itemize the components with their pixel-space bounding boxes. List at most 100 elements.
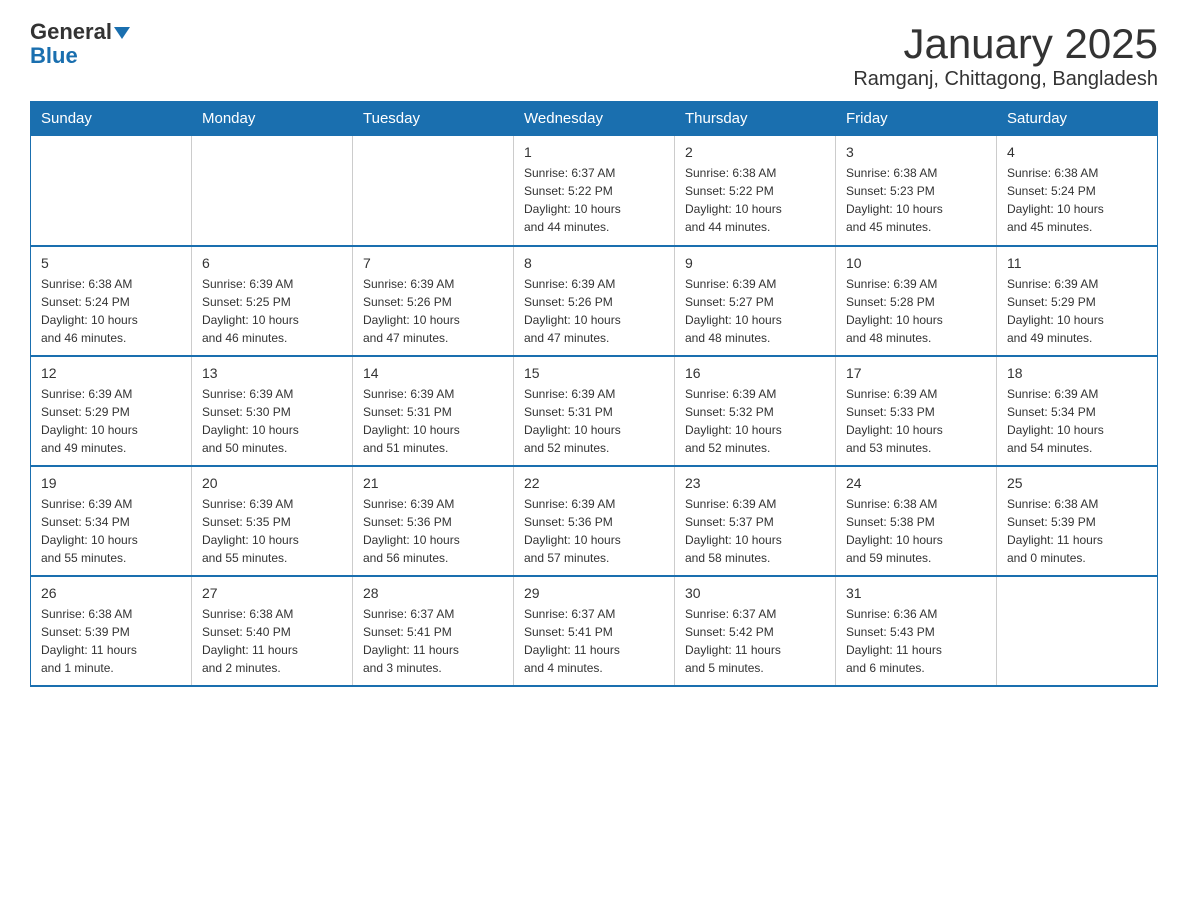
calendar-cell: 21Sunrise: 6:39 AMSunset: 5:36 PMDayligh… <box>353 466 514 576</box>
day-number: 23 <box>685 475 825 491</box>
day-info: Sunrise: 6:39 AMSunset: 5:37 PMDaylight:… <box>685 495 825 567</box>
weekday-header-saturday: Saturday <box>997 102 1158 136</box>
calendar-cell: 28 Sunrise: 6:37 AMSunset: 5:41 PMDayligh… <box>353 576 514 686</box>
calendar-cell <box>353 136 514 246</box>
day-number: 28 <box>363 585 503 601</box>
day-info: Sunrise: 6:39 AMSunset: 5:31 PMDaylight:… <box>363 385 503 457</box>
day-number: 17 <box>846 365 986 381</box>
day-info: Sunrise: 6:39 AMSunset: 5:36 PMDaylight:… <box>524 495 664 567</box>
day-info: Sunrise: 6:39 AMSunset: 5:26 PMDaylight:… <box>363 275 503 347</box>
page-title: January 2025 <box>853 20 1158 68</box>
calendar-cell: 18Sunrise: 6:39 AMSunset: 5:34 PMDayligh… <box>997 356 1158 466</box>
calendar-cell: 12 Sunrise: 6:39 AMSunset: 5:29 PMDayligh… <box>31 356 192 466</box>
day-info: Sunrise: 6:39 AMSunset: 5:32 PMDaylight:… <box>685 385 825 457</box>
day-number: 20 <box>202 475 342 491</box>
day-info: Sunrise: 6:39 AMSunset: 5:26 PMDaylight:… <box>524 275 664 347</box>
day-number: 26 <box>41 585 181 601</box>
calendar-cell: 2Sunrise: 6:38 AMSunset: 5:22 PMDaylight… <box>675 136 836 246</box>
day-number: 3 <box>846 144 986 160</box>
calendar-cell: 15Sunrise: 6:39 AMSunset: 5:31 PMDayligh… <box>514 356 675 466</box>
day-info: Sunrise: 6:38 AMSunset: 5:38 PMDaylight:… <box>846 495 986 567</box>
calendar-cell: 30 Sunrise: 6:37 AMSunset: 5:42 PMDayligh… <box>675 576 836 686</box>
weekday-header-friday: Friday <box>836 102 997 136</box>
calendar-cell: 17 Sunrise: 6:39 AMSunset: 5:33 PMDayligh… <box>836 356 997 466</box>
day-info: Sunrise: 6:38 AMSunset: 5:39 PMDaylight:… <box>1007 495 1147 567</box>
weekday-header-sunday: Sunday <box>31 102 192 136</box>
day-info: Sunrise: 6:38 AMSunset: 5:24 PMDaylight:… <box>1007 164 1147 236</box>
calendar-cell: 23 Sunrise: 6:39 AMSunset: 5:37 PMDayligh… <box>675 466 836 576</box>
day-number: 7 <box>363 255 503 271</box>
calendar-table: SundayMondayTuesdayWednesdayThursdayFrid… <box>30 101 1158 687</box>
day-info: Sunrise: 6:38 AMSunset: 5:39 PMDaylight:… <box>41 605 181 677</box>
day-info: Sunrise: 6:39 AMSunset: 5:29 PMDaylight:… <box>41 385 181 457</box>
calendar-cell: 8 Sunrise: 6:39 AMSunset: 5:26 PMDaylight… <box>514 246 675 356</box>
calendar-cell <box>31 136 192 246</box>
day-number: 5 <box>41 255 181 271</box>
logo-triangle-icon <box>114 27 130 39</box>
calendar-cell: 16 Sunrise: 6:39 AMSunset: 5:32 PMDayligh… <box>675 356 836 466</box>
day-number: 15 <box>524 365 664 381</box>
calendar-cell: 4 Sunrise: 6:38 AMSunset: 5:24 PMDaylight… <box>997 136 1158 246</box>
day-info: Sunrise: 6:38 AMSunset: 5:22 PMDaylight:… <box>685 164 825 236</box>
page-header: General Blue January 2025 Ramganj, Chitt… <box>30 20 1158 91</box>
day-info: Sunrise: 6:39 AMSunset: 5:25 PMDaylight:… <box>202 275 342 347</box>
day-info: Sunrise: 6:39 AMSunset: 5:29 PMDaylight:… <box>1007 275 1147 347</box>
day-number: 12 <box>41 365 181 381</box>
week-row-4: 19Sunrise: 6:39 AMSunset: 5:34 PMDayligh… <box>31 466 1158 576</box>
day-number: 9 <box>685 255 825 271</box>
day-number: 1 <box>524 144 664 160</box>
day-number: 10 <box>846 255 986 271</box>
day-info: Sunrise: 6:39 AMSunset: 5:33 PMDaylight:… <box>846 385 986 457</box>
calendar-cell: 29Sunrise: 6:37 AMSunset: 5:41 PMDayligh… <box>514 576 675 686</box>
week-row-2: 5 Sunrise: 6:38 AMSunset: 5:24 PMDaylight… <box>31 246 1158 356</box>
day-number: 13 <box>202 365 342 381</box>
day-info: Sunrise: 6:37 AMSunset: 5:42 PMDaylight:… <box>685 605 825 677</box>
calendar-cell: 22 Sunrise: 6:39 AMSunset: 5:36 PMDayligh… <box>514 466 675 576</box>
day-info: Sunrise: 6:38 AMSunset: 5:24 PMDaylight:… <box>41 275 181 347</box>
day-number: 30 <box>685 585 825 601</box>
calendar-cell: 19Sunrise: 6:39 AMSunset: 5:34 PMDayligh… <box>31 466 192 576</box>
day-number: 22 <box>524 475 664 491</box>
calendar-cell: 27 Sunrise: 6:38 AMSunset: 5:40 PMDayligh… <box>192 576 353 686</box>
logo-general-text: General <box>30 19 112 44</box>
day-number: 6 <box>202 255 342 271</box>
day-info: Sunrise: 6:39 AMSunset: 5:35 PMDaylight:… <box>202 495 342 567</box>
weekday-header-wednesday: Wednesday <box>514 102 675 136</box>
day-number: 4 <box>1007 144 1147 160</box>
day-number: 27 <box>202 585 342 601</box>
day-number: 21 <box>363 475 503 491</box>
page-subtitle: Ramganj, Chittagong, Bangladesh <box>853 68 1158 91</box>
day-number: 14 <box>363 365 503 381</box>
week-row-5: 26 Sunrise: 6:38 AMSunset: 5:39 PMDayligh… <box>31 576 1158 686</box>
day-number: 8 <box>524 255 664 271</box>
day-info: Sunrise: 6:36 AMSunset: 5:43 PMDaylight:… <box>846 605 986 677</box>
title-block: January 2025 Ramganj, Chittagong, Bangla… <box>853 20 1158 91</box>
weekday-header-thursday: Thursday <box>675 102 836 136</box>
calendar-cell: 11 Sunrise: 6:39 AMSunset: 5:29 PMDayligh… <box>997 246 1158 356</box>
day-info: Sunrise: 6:38 AMSunset: 5:40 PMDaylight:… <box>202 605 342 677</box>
day-number: 16 <box>685 365 825 381</box>
calendar-cell: 31 Sunrise: 6:36 AMSunset: 5:43 PMDayligh… <box>836 576 997 686</box>
calendar-cell: 6 Sunrise: 6:39 AMSunset: 5:25 PMDaylight… <box>192 246 353 356</box>
calendar-cell: 9Sunrise: 6:39 AMSunset: 5:27 PMDaylight… <box>675 246 836 356</box>
calendar-cell: 14 Sunrise: 6:39 AMSunset: 5:31 PMDayligh… <box>353 356 514 466</box>
calendar-cell: 10Sunrise: 6:39 AMSunset: 5:28 PMDayligh… <box>836 246 997 356</box>
calendar-cell: 20 Sunrise: 6:39 AMSunset: 5:35 PMDayligh… <box>192 466 353 576</box>
day-info: Sunrise: 6:39 AMSunset: 5:30 PMDaylight:… <box>202 385 342 457</box>
day-number: 29 <box>524 585 664 601</box>
logo-blue-text: Blue <box>30 44 130 68</box>
calendar-cell: 7 Sunrise: 6:39 AMSunset: 5:26 PMDaylight… <box>353 246 514 356</box>
calendar-body: 1 Sunrise: 6:37 AMSunset: 5:22 PMDaylight… <box>31 136 1158 686</box>
day-info: Sunrise: 6:37 AMSunset: 5:41 PMDaylight:… <box>363 605 503 677</box>
weekday-header-row: SundayMondayTuesdayWednesdayThursdayFrid… <box>31 102 1158 136</box>
calendar-cell: 24Sunrise: 6:38 AMSunset: 5:38 PMDayligh… <box>836 466 997 576</box>
day-number: 11 <box>1007 255 1147 271</box>
calendar-cell: 25Sunrise: 6:38 AMSunset: 5:39 PMDayligh… <box>997 466 1158 576</box>
day-number: 31 <box>846 585 986 601</box>
weekday-header-tuesday: Tuesday <box>353 102 514 136</box>
weekday-header-monday: Monday <box>192 102 353 136</box>
day-info: Sunrise: 6:39 AMSunset: 5:34 PMDaylight:… <box>1007 385 1147 457</box>
day-info: Sunrise: 6:37 AMSunset: 5:22 PMDaylight:… <box>524 164 664 236</box>
logo: General Blue <box>30 20 130 68</box>
calendar-cell: 3Sunrise: 6:38 AMSunset: 5:23 PMDaylight… <box>836 136 997 246</box>
